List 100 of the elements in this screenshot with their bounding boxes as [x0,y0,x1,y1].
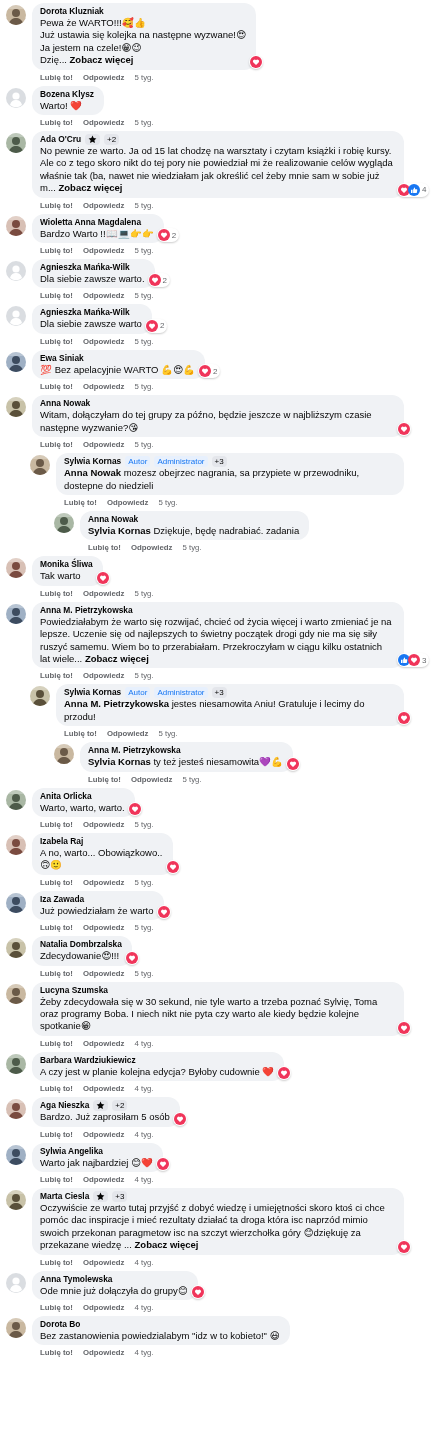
mention-link[interactable]: Anna M. Pietrzykowska [64,698,170,710]
heart-icon [157,906,170,919]
reaction-badge[interactable] [172,1111,187,1126]
author-name[interactable]: Anna M. Pietrzykowska [40,604,133,616]
author-name[interactable]: Agnieszka Mańka-Wilk [40,262,130,274]
avatar-icon [6,261,26,282]
comment-text: Warto jak najbardziej 😊❤ [40,1156,153,1170]
comment-text: No pewnie ze warto. Ja od 15 lat chodzę na warsztaty i czytam książki i robię kursy. Ale co z tego skoro nikt do tej pory nie powiedział mi że realizowanie celów wygląda właśnie tak (ba, nawet nie wiedziałam jak określić cel żeby mnie sam w sobie już m... Zobacz więcej [40,145,394,195]
author-name[interactable]: Iza Zawada [40,893,85,905]
comment-text: A czy jest w planie kolejna edycja? Byłoby cudownie ❤ [40,1065,275,1079]
avatar-icon [6,1272,26,1293]
author-name[interactable]: Dorota Bo [40,1319,81,1331]
comment-text: 💯 Bez apelacyjnie WARTO 💪😍💪 [40,363,196,377]
comment-text: A no, warto... Obowiązkowo.. 🙃🙂 [40,846,163,872]
comment-text: Tak warto [40,570,82,583]
comment-text: Sylvia Kornas Dziękuje, będę nadrabiać. zadania [88,524,300,538]
reaction-badge[interactable] [124,950,139,965]
author-name[interactable]: Bozena Klysz [40,88,94,100]
see-more-link[interactable]: Zobacz więcej [58,182,123,194]
author-name[interactable]: Sylwia Kornas [64,687,122,699]
reaction-count: 4 [421,185,428,195]
reaction-badge[interactable] [190,1285,205,1300]
badge-count[interactable]: +3 [112,1191,128,1203]
see-more-link[interactable]: Zobacz więcej [134,1239,199,1251]
author-name[interactable]: Ada O'Cru [40,134,82,146]
heart-icon [398,423,410,436]
author-name[interactable]: Monika Śliwa [40,559,93,571]
avatar-icon [6,87,26,108]
author-name[interactable]: Sylwia Angelika [40,1145,103,1157]
author-name[interactable]: Lucyna Szumska [40,984,108,996]
author-name[interactable]: Anna Nowak [88,513,139,525]
comment-text: Witam, dołączyłam do tej grupy za późno, będzie jeszcze w najbliższym czasie następne wyzwanie?😘 [40,409,373,435]
reaction-count: 2 [170,230,178,240]
role-badge: Administrator [154,456,208,468]
comment-text: Powiedziałabym że warto się rozwijać, chcieć od życia więcej i warto zmieniać je na lepsze. Uczenie się od najlepszych to świetny początek drogi gdy nie ma się siły ruszyć samemu. Wiem bo to przerabiałam. Przekroczyłam w ciągu kilku ostatnich lat wiele... Zobacz więcej [40,615,393,666]
avatar-icon [6,306,26,327]
role-badge: Administrator [154,687,208,699]
comment-text: Ode mnie już dołączyła do grupy😊 [40,1284,188,1298]
reaction-count: 3 [421,655,428,665]
reaction-badge[interactable] [397,711,411,726]
reaction-badge[interactable] [397,422,411,437]
mention-link[interactable]: Anna Nowak [64,467,121,479]
reaction-badge[interactable]: 2 [198,364,221,379]
author-name[interactable]: Anna Tymolewska [40,1273,113,1285]
reaction-badge[interactable] [165,859,180,874]
reaction-badge[interactable] [397,1239,411,1254]
heart-icon [398,712,410,725]
author-name[interactable]: Wioletta Anna Magdalena [40,216,142,228]
reaction-badge[interactable] [127,801,142,816]
reaction-badge[interactable] [277,1066,292,1081]
comment-text: Bardzo Warto !!📖💻👉👉 [40,227,154,241]
author-name[interactable]: Anna M. Pietrzykowska [88,745,181,757]
reaction-badge[interactable] [155,1157,170,1172]
comment-text: Żeby zdecydowała się w 30 sekund, nie tyle warto a trzeba poznać Sylvię, Toma oraz programy Boba. I niech nikt nie pyta czy warto ale kiedy będzie kolejne spotkanie😁 [40,995,379,1033]
reaction-badge[interactable] [286,756,301,771]
comment-text: Dla siebie zawsze warto [40,318,142,331]
comment-text: Sylvia Kornas ty też jesteś niesamowita💜💪 [88,756,284,769]
author-name[interactable]: Barbara Wardziukiewicz [40,1054,136,1066]
mention-link[interactable]: Sylvia Kornas [88,524,151,536]
comment-text: Warto! ❤ [40,99,84,113]
badge-count[interactable]: +3 [211,456,227,468]
reaction-badge[interactable]: 4 [397,182,430,197]
author-name[interactable]: Natalia Dombrzalska [40,939,122,951]
reaction-badge[interactable] [156,905,171,920]
author-name[interactable]: Sylwia Kornas [64,456,122,468]
reaction-count: 2 [212,366,219,376]
comment-text: Bez zastanowienia powiedzialabym "idz w to kobieto!" 😃 [40,1330,280,1343]
comment-text: Bardzo. Już zaprosiłam 5 osób [40,1111,170,1124]
badge-count[interactable]: +3 [211,687,227,699]
comment-text: Anna Nowak mozesz obejrzec nagrania, sa przypiete w przewodniku, dostepne do niedzieli [64,467,361,492]
reaction-badge[interactable]: 2 [147,273,170,288]
author-name[interactable]: Anita Orlicka [40,790,92,802]
thumbs-up-icon [408,183,420,196]
author-name[interactable]: Ewa Siniak [40,352,84,364]
reaction-badge[interactable] [248,54,263,69]
reaction-count: 2 [161,275,168,285]
see-more-link[interactable]: Zobacz więcej [84,652,149,664]
reaction-count: 2 [158,321,166,331]
comment-text: Dla siebie zawsze warto. [40,273,145,286]
badge-count[interactable]: +2 [104,134,120,146]
see-more-link[interactable]: Zobacz więcej [69,54,134,66]
author-name[interactable]: Aga Nieszka [40,1100,90,1112]
author-name[interactable]: Anna Nowak [40,398,91,410]
reaction-badge[interactable]: 2 [144,318,168,333]
comment-text: Zdecydowanie😍!!! [40,950,121,963]
author-name[interactable]: Marta Ciesla [40,1191,90,1203]
comment-text: Anna M. Pietrzykowska jestes niesamowita Aniu! Gratuluje i lecimy do przodu! [64,698,366,724]
badge-count[interactable]: +2 [112,1100,128,1112]
role-badge: Autor [125,456,151,468]
reaction-badge[interactable] [95,570,110,585]
heart-icon [157,229,170,242]
author-name[interactable]: Agnieszka Mańka-Wilk [40,307,130,319]
author-name[interactable]: Izabela Raj [40,835,84,847]
reaction-badge[interactable] [397,1020,411,1035]
mention-link[interactable]: Sylvia Kornas [88,756,151,768]
author-name[interactable]: Dorota Kluzniak [40,6,104,17]
reaction-badge[interactable]: 2 [156,228,180,243]
comment-text: Już powiedziałam że warto [40,904,154,918]
heart-icon [278,1067,291,1080]
reaction-badge[interactable]: 3 [397,653,430,668]
